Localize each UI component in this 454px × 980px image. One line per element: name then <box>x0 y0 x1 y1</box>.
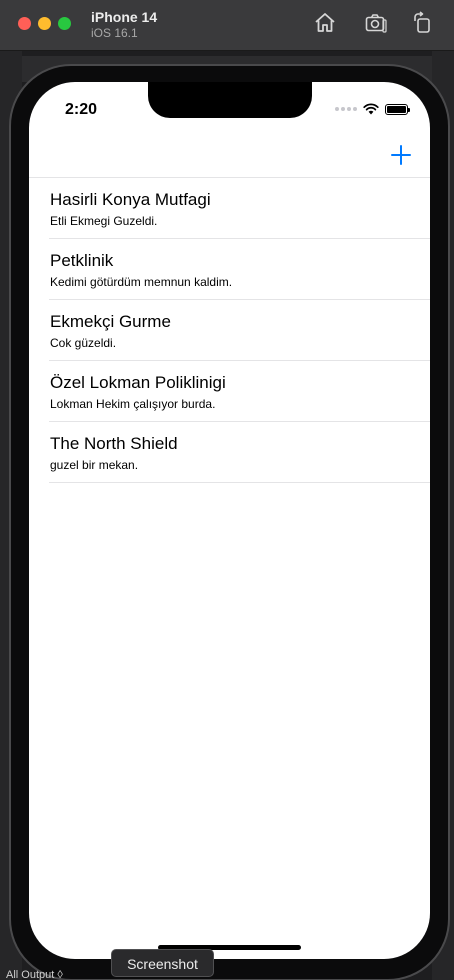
plus-icon <box>391 145 411 165</box>
screenshot-tooltip: Screenshot <box>111 949 214 977</box>
add-place-button[interactable] <box>390 144 412 166</box>
row-title: Ekmekçi Gurme <box>50 312 171 331</box>
row-title: Özel Lokman Poliklinigi <box>50 373 226 392</box>
screenshot-button[interactable] <box>364 11 388 35</box>
home-button[interactable] <box>313 11 337 35</box>
battery-icon <box>385 103 410 115</box>
minimize-window-button[interactable] <box>38 17 51 30</box>
row-subtitle: guzel bir mekan. <box>50 458 139 472</box>
camera-icon <box>365 14 387 33</box>
navigation-bar <box>29 132 430 178</box>
row-subtitle: Etli Ekmegi Guzeldi. <box>50 214 158 228</box>
device-name: iPhone 14 <box>91 9 158 25</box>
rotate-icon <box>414 11 430 33</box>
notch <box>148 82 312 118</box>
iphone-screen: 2:20 Hasirli Konya Mutfagi Etli Ekmegi G… <box>29 82 430 959</box>
places-table: Hasirli Konya Mutfagi Etli Ekmegi Guzeld… <box>29 177 430 483</box>
table-row[interactable]: The North Shield guzel bir mekan. <box>49 422 430 483</box>
rotate-button[interactable] <box>411 11 435 35</box>
status-time: 2:20 <box>65 101 98 118</box>
zoom-window-button[interactable] <box>58 17 71 30</box>
row-title: The North Shield <box>50 434 178 453</box>
simulator-title-bar: iPhone 14 iOS 16.1 <box>0 0 454 51</box>
output-filter-label[interactable]: All Output ◊ <box>6 969 63 980</box>
simulator-window: iPhone 14 iOS 16.1 2:20 Hasirli Konya Mu… <box>0 0 454 980</box>
home-icon <box>315 13 335 32</box>
status-icons <box>335 102 410 116</box>
row-subtitle: Lokman Hekim çalışıyor burda. <box>50 397 216 411</box>
table-row[interactable]: Petklinik Kedimi götürdüm memnun kaldim. <box>49 239 430 300</box>
row-title: Hasirli Konya Mutfagi <box>50 190 211 209</box>
table-row[interactable]: Ekmekçi Gurme Cok güzeldi. <box>49 300 430 361</box>
os-version: iOS 16.1 <box>91 26 138 40</box>
row-subtitle: Kedimi götürdüm memnun kaldim. <box>50 275 233 289</box>
cellular-signal-icon <box>335 107 357 111</box>
wifi-icon <box>363 103 379 115</box>
row-subtitle: Cok güzeldi. <box>50 336 117 350</box>
row-title: Petklinik <box>50 251 114 270</box>
table-row[interactable]: Özel Lokman Poliklinigi Lokman Hekim çal… <box>49 361 430 422</box>
close-window-button[interactable] <box>18 17 31 30</box>
table-row[interactable]: Hasirli Konya Mutfagi Etli Ekmegi Guzeld… <box>49 178 430 239</box>
